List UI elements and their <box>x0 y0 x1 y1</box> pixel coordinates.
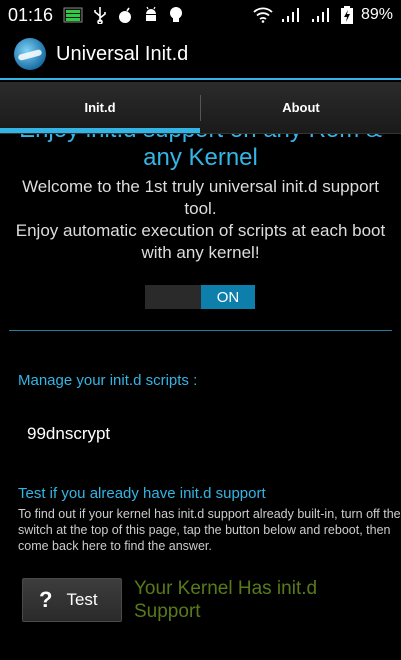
lightbulb-icon <box>169 6 183 24</box>
toggle-on-thumb: ON <box>201 285 255 309</box>
battery-percent: 89% <box>360 6 393 23</box>
section-divider <box>9 330 392 331</box>
manage-scripts-label: Manage your init.d scripts : <box>18 372 198 389</box>
tab-about[interactable]: About <box>201 82 401 133</box>
app-title: Universal Init.d <box>56 42 189 65</box>
usb-icon <box>93 6 107 24</box>
battery-charging-icon <box>340 6 353 24</box>
app-logo-icon[interactable] <box>14 38 46 70</box>
test-description: To find out if your kernel has init.d su… <box>18 507 401 553</box>
init-d-toggle-switch[interactable]: ON <box>145 285 255 309</box>
toggle-off-track <box>145 285 201 309</box>
status-bar: 01:16 89% <box>0 0 401 30</box>
test-button-label: Test <box>66 590 98 609</box>
test-button[interactable]: ? Test <box>22 578 122 622</box>
headline: Enjoy init.d support on any Rom & any Ke… <box>19 134 382 171</box>
system-icons: 89% <box>253 6 393 24</box>
tab-selected-indicator <box>0 128 200 133</box>
battery-meter-icon <box>63 7 83 23</box>
bomb-icon <box>117 6 133 24</box>
test-heading: Test if you already have init.d support <box>18 485 266 502</box>
main-content[interactable]: Enjoy init.d support on any Rom & any Ke… <box>0 134 401 660</box>
status-time: 01:16 <box>8 4 54 25</box>
welcome-text: Welcome to the 1st truly universal init.… <box>15 177 386 262</box>
action-bar: Universal Init.d <box>0 30 401 80</box>
wifi-icon <box>253 7 273 23</box>
help-icon: ? <box>39 587 53 612</box>
tab-bar: Init.d About <box>0 82 401 134</box>
signal-icon-2 <box>311 7 333 23</box>
script-list-item[interactable]: 99dnscrypt <box>27 424 110 444</box>
notification-icons <box>63 6 183 24</box>
android-icon <box>143 6 159 24</box>
tab-initd[interactable]: Init.d <box>0 82 200 133</box>
signal-icon <box>281 7 303 23</box>
test-result-text: Your Kernel Has init.d Support <box>134 578 318 622</box>
